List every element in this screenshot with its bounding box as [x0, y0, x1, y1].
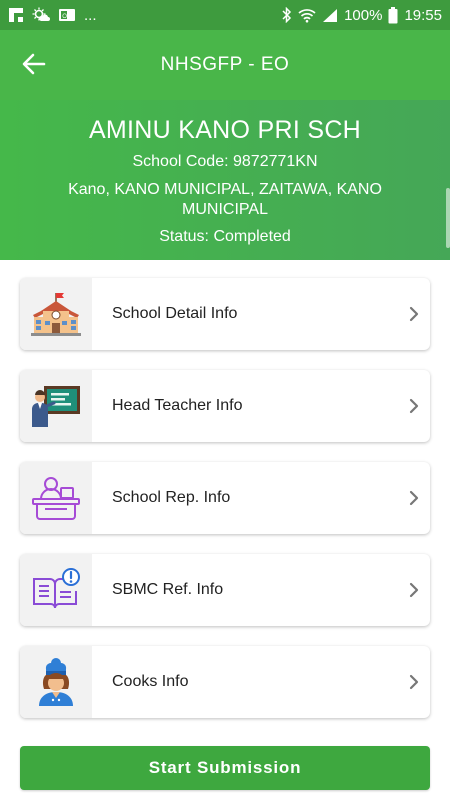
- bluetooth-icon: [282, 7, 292, 23]
- school-name: AMINU KANO PRI SCH: [88, 116, 362, 144]
- chevron-right-icon: [408, 489, 420, 507]
- page-title: NHSGFP - EO: [160, 54, 290, 75]
- outlook-icon: O: [58, 7, 76, 23]
- chevron-right-icon: [408, 581, 420, 599]
- school-status: Status: Completed: [159, 228, 291, 245]
- school-building-icon: [20, 278, 92, 350]
- signal-icon: [322, 8, 338, 23]
- scroll-indicator[interactable]: [446, 188, 450, 248]
- menu-item-label: School Detail Info: [112, 305, 238, 322]
- more-indicator: ...: [84, 6, 97, 24]
- school-address: Kano, KANO MUNICIPAL, ZAITAWA, KANO MUNI…: [68, 181, 382, 218]
- chevron-right-icon: [408, 397, 420, 415]
- teacher-board-icon: [20, 370, 92, 442]
- app-bar: NHSGFP - EO: [0, 30, 450, 100]
- status-bar: O ... 100% 19:55: [0, 0, 450, 30]
- menu-item-label: Cooks Info: [112, 673, 189, 690]
- menu-item-cooks[interactable]: Cooks Info: [20, 646, 430, 718]
- menu-item-label: SBMC Ref. Info: [112, 581, 224, 598]
- menu-item-school-rep[interactable]: School Rep. Info: [20, 462, 430, 534]
- svg-text:O: O: [62, 14, 67, 20]
- wifi-icon: [298, 8, 316, 23]
- flipboard-icon: [8, 7, 24, 23]
- book-alert-icon: [20, 554, 92, 626]
- clock: 19:55: [404, 6, 442, 24]
- cook-icon: [20, 646, 92, 718]
- battery-icon: [388, 6, 398, 24]
- menu-item-sbmc-ref[interactable]: SBMC Ref. Info: [20, 554, 430, 626]
- chevron-right-icon: [408, 673, 420, 691]
- battery-percent: 100%: [344, 6, 383, 24]
- start-submission-button[interactable]: Start Submission: [20, 746, 430, 790]
- weather-icon: [32, 7, 50, 23]
- menu-item-head-teacher[interactable]: Head Teacher Info: [20, 370, 430, 442]
- menu-item-label: School Rep. Info: [112, 489, 231, 506]
- school-code: School Code: 9872771KN: [132, 153, 318, 170]
- chevron-right-icon: [408, 305, 420, 323]
- school-header: AMINU KANO PRI SCH School Code: 9872771K…: [0, 100, 450, 260]
- desk-person-icon: [20, 462, 92, 534]
- menu-item-label: Head Teacher Info: [112, 397, 243, 414]
- menu-item-school-detail[interactable]: School Detail Info: [20, 278, 430, 350]
